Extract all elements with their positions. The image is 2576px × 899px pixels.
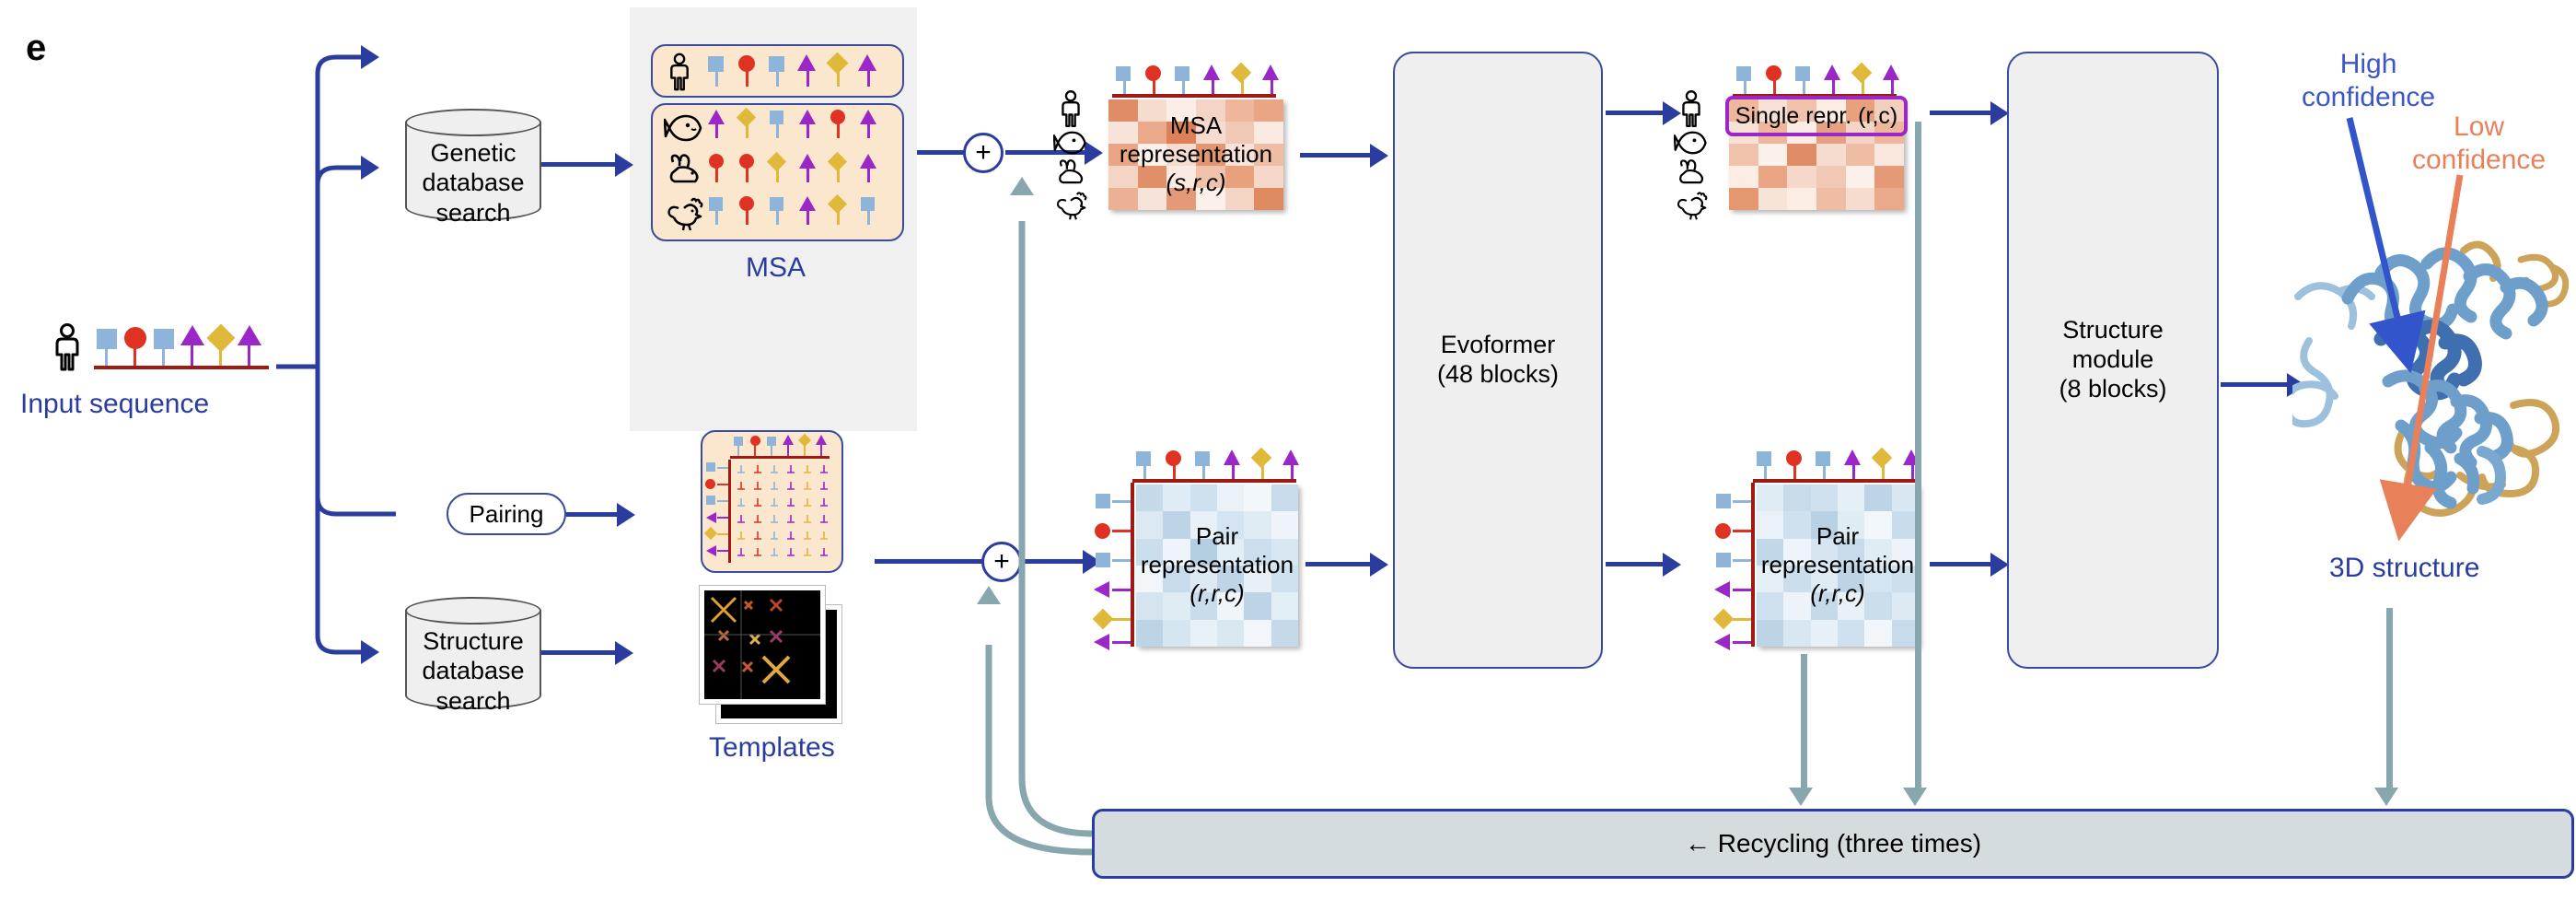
fish-icon xyxy=(1674,131,1707,155)
line-single-repr-to-structure-module xyxy=(1930,111,1994,115)
single-representation-highlight[interactable]: Single repr. (r,c) xyxy=(1725,96,1908,136)
arrow-head-pair-repr-out-to-structure xyxy=(1990,553,2009,577)
plus-junction-msa: + xyxy=(963,133,1004,173)
templates-pair-grid-box xyxy=(701,430,843,573)
arrow-head-msa-repr-to-evoformer xyxy=(1370,144,1388,168)
structure-caption: 3D structure xyxy=(2329,553,2480,583)
arrow-head-pair-repr-to-evoformer xyxy=(1370,553,1388,577)
human-icon xyxy=(1062,90,1080,128)
input-sequence-caption: Input sequence xyxy=(20,389,210,419)
rabbit-icon xyxy=(1679,159,1704,184)
arrow-head-genetic-to-msa xyxy=(615,153,633,177)
line-msa-repr-to-evoformer xyxy=(1300,153,1374,158)
msa-representation-group: MSA representation (s,r,c) xyxy=(1053,55,1333,220)
line-evoformer-to-single-repr xyxy=(1606,111,1666,115)
line-evoformer-to-pair-repr-out xyxy=(1606,562,1666,566)
structure-module-label: Structure module (8 blocks) xyxy=(2059,316,2167,403)
arrow-head-structure-to-templates xyxy=(615,641,633,665)
human-icon xyxy=(670,53,689,91)
genetic-database-search[interactable]: Genetic database search xyxy=(405,109,541,227)
arrow-head-evoformer-to-pair-repr-out xyxy=(1663,553,1681,577)
human-icon xyxy=(1682,90,1700,128)
line-structure-to-3d xyxy=(2221,382,2291,387)
fish-icon xyxy=(664,114,702,142)
pair-representation-input-group: Pair representation (r,r,c) xyxy=(1092,447,1333,672)
msa-query-row-box xyxy=(651,44,904,98)
cylinder-top xyxy=(405,597,541,625)
plus-junction-pair: + xyxy=(981,542,1022,582)
rooster-icon xyxy=(667,197,703,231)
structure-module[interactable]: Structure module (8 blocks) xyxy=(2007,52,2219,669)
genetic-db-label: Genetic database search xyxy=(422,139,525,227)
recycling-bar[interactable]: ← Recycling (three times) xyxy=(1092,809,2574,879)
line-pair-repr-out-to-structure xyxy=(1930,562,1994,566)
recycle-down-line-from-pair-out xyxy=(1801,654,1807,790)
templates-pair-grid-cells xyxy=(734,461,837,565)
human-icon xyxy=(55,323,79,371)
low-confidence-label: Low confidence xyxy=(2412,111,2547,175)
recycle-arrow-head-to-msa-plus xyxy=(1010,177,1034,195)
evoformer-module[interactable]: Evoformer (48 blocks) xyxy=(1393,52,1603,669)
recycle-arrow-head-single-repr xyxy=(1903,788,1927,806)
templates-caption: Templates xyxy=(709,732,835,763)
arrow-head-to-genetic-db xyxy=(361,156,379,180)
msa-homologs-box xyxy=(651,103,904,241)
arrow-head-to-structure-db xyxy=(361,640,379,664)
fish-icon xyxy=(1053,131,1086,155)
input-sequence-line xyxy=(94,366,269,369)
recycle-arrow-head-structure xyxy=(2374,788,2398,806)
line-pairing-to-templates xyxy=(566,512,620,517)
recycle-down-line-from-single-repr xyxy=(1915,122,1921,790)
line-templates-to-plus-bottom xyxy=(875,559,985,564)
pair-representation-output-heatmap xyxy=(1757,485,1919,647)
rooster-icon xyxy=(1677,192,1708,220)
pair-representation-input-heatmap xyxy=(1136,485,1298,647)
arrow-head-to-msa-top xyxy=(361,45,379,69)
panel-letter: e xyxy=(26,28,47,68)
protein-3d-structure xyxy=(2282,230,2576,543)
structure-database-search[interactable]: Structure database search xyxy=(405,597,541,715)
rooster-icon xyxy=(1057,192,1087,220)
structure-db-label: Structure database search xyxy=(422,627,525,715)
line-structure-to-templates xyxy=(541,650,617,655)
msa-representation-heatmap xyxy=(1108,99,1283,210)
arrow-head-single-repr-to-structure xyxy=(1990,101,2009,125)
recycle-down-line-from-structure xyxy=(2386,608,2393,790)
recycle-arrow-head-pair-out xyxy=(1789,788,1813,806)
arrow-head-pairing-to-templates xyxy=(617,503,635,527)
pairing-node[interactable]: Pairing xyxy=(447,493,566,535)
cylinder-top xyxy=(405,109,541,136)
rabbit-icon xyxy=(669,154,699,183)
msa-caption: MSA xyxy=(746,252,806,283)
rabbit-icon xyxy=(1059,159,1084,184)
recycle-arrow-head-to-pair-plus xyxy=(977,586,1001,604)
evoformer-label: Evoformer (48 blocks) xyxy=(1436,331,1560,388)
line-pair-repr-to-evoformer xyxy=(1305,562,1374,566)
template-image-front xyxy=(700,586,825,704)
line-genetic-to-msa xyxy=(541,162,617,167)
line-plus-to-pair-repr xyxy=(1024,559,1086,564)
high-confidence-label: High confidence xyxy=(2302,49,2436,112)
